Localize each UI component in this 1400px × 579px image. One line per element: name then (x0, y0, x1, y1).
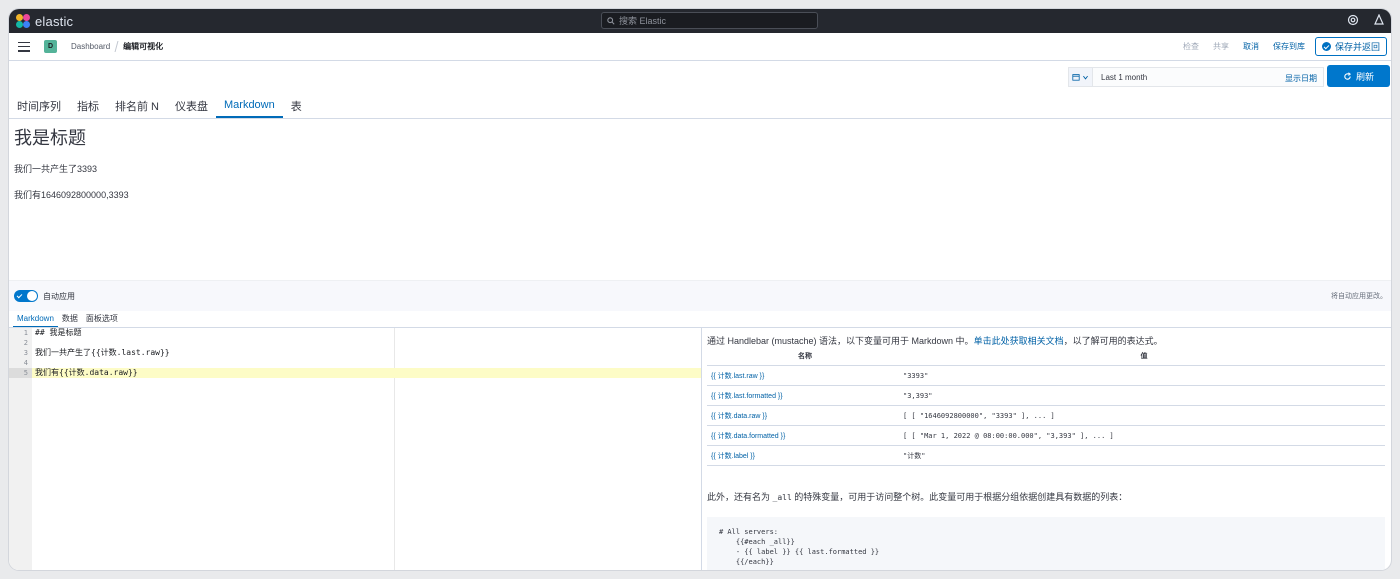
auto-apply-toggle[interactable] (14, 290, 38, 302)
table-row: {{ 计数.data.raw }} [ [ "1646092800000", "… (707, 405, 1385, 426)
refresh-button[interactable]: 刷新 (1327, 65, 1390, 87)
line-number: 4 (23, 359, 28, 367)
menu-icon[interactable] (18, 41, 30, 52)
breadcrumb-dashboard[interactable]: Dashboard (71, 42, 110, 51)
inspect-button[interactable]: 检查 (1183, 41, 1199, 52)
tab-markdown[interactable]: Markdown (216, 93, 283, 118)
variable-value: [ [ "1646092800000", "3393" ], ... ] (903, 405, 1385, 426)
save-and-return-button[interactable]: 保存并返回 (1314, 37, 1387, 56)
search-icon (607, 16, 615, 25)
save-and-return-label: 保存并返回 (1334, 42, 1380, 52)
example-code-line: {{/each}} (719, 558, 774, 566)
line-number: 1 (23, 329, 28, 337)
elastic-logo-icon (16, 14, 30, 28)
tab-top-n[interactable]: 排名前 N (107, 93, 167, 118)
auto-apply-bar: 自动应用 将自动应用更改。 (9, 280, 1391, 311)
docs-link[interactable]: 单击此处获取相关文档 (974, 336, 1064, 346)
help-extra-text: 此外，还有名为 _all 的特殊变量，可用于访问整个树。此变量可用于根据分组依据… (707, 490, 1385, 503)
tab-data[interactable]: 数据 (58, 313, 82, 327)
table-row: {{ 计数.last.formatted }} "3,393" (707, 385, 1385, 406)
show-dates-link[interactable]: 显示日期 (1285, 73, 1317, 84)
example-code-line: - {{ label }} {{ last.formatted }} (719, 548, 880, 556)
share-button[interactable]: 共享 (1213, 41, 1229, 52)
variable-name[interactable]: {{ 计数.last.formatted }} (707, 385, 903, 406)
code-line[interactable]: ## 我是标题 (32, 328, 701, 338)
table-row: {{ 计数.label }} "计数" (707, 445, 1385, 466)
help-extra-before: 此外，还有名为 (707, 492, 773, 502)
column-header-value: 值 (903, 349, 1385, 366)
code-line[interactable]: 我们一共产生了{{计数.last.raw}} (32, 348, 701, 358)
line-number: 5 (9, 368, 32, 378)
example-code-line: {{#each _all}} (719, 538, 795, 546)
tab-gauge[interactable]: 仪表盘 (167, 93, 216, 118)
tab-table[interactable]: 表 (283, 93, 310, 118)
variable-name[interactable]: {{ 计数.label }} (707, 445, 903, 466)
global-search-input[interactable]: 搜索 Elastic (601, 12, 818, 29)
auto-apply-note: 将自动应用更改。 (1331, 293, 1387, 300)
space-avatar[interactable]: D (44, 40, 57, 53)
news-feed-icon[interactable] (1373, 14, 1385, 26)
preview-heading: 我是标题 (14, 128, 86, 148)
variable-value: "3393" (903, 365, 1385, 386)
code-line[interactable]: 我们有{{计数.data.raw}} (32, 368, 701, 378)
line-number: 3 (23, 349, 28, 357)
example-code-line: # All servers: (719, 528, 779, 536)
variable-value: "计数" (903, 445, 1385, 466)
save-to-library-button[interactable]: 保存到库 (1273, 41, 1305, 52)
variable-value: "3,393" (903, 385, 1385, 406)
markdown-code-editor[interactable]: 1 2 3 4 5 ## 我是标题 我们一共产生了{{计数.last.raw}}… (9, 328, 701, 570)
help-intro-text: ，以了解可用的表达式。 (1063, 336, 1163, 346)
editor-tabs: Markdown 数据 面板选项 (9, 311, 1391, 328)
line-number: 2 (23, 339, 28, 347)
table-row: {{ 计数.last.raw }} "3393" (707, 365, 1385, 386)
column-header-name: 名称 (707, 349, 903, 366)
chevron-down-icon (1083, 75, 1088, 80)
code-line[interactable] (32, 358, 701, 368)
tab-time-series[interactable]: 时间序列 (9, 93, 69, 118)
markdown-preview: 我是标题 我们一共产生了3393 我们有1646092800000,3393 (9, 120, 1391, 280)
preview-line: 我们一共产生了3393 (14, 164, 98, 174)
cancel-button[interactable]: 取消 (1243, 41, 1259, 52)
tab-panel-options[interactable]: 面板选项 (82, 313, 122, 327)
variable-name[interactable]: {{ 计数.last.raw }} (707, 365, 903, 386)
visualization-type-tabs: 时间序列 指标 排名前 N 仪表盘 Markdown 表 (9, 93, 1391, 119)
line-number-gutter: 1 2 3 4 5 (9, 328, 32, 570)
app-name: elastic (35, 13, 74, 29)
tab-markdown-editor[interactable]: Markdown (13, 314, 58, 327)
refresh-icon (1344, 71, 1352, 80)
top-header: elastic 搜索 Elastic (9, 9, 1391, 33)
breadcrumb-separator (114, 41, 119, 52)
date-picker[interactable]: Last 1 month 显示日期 (1068, 67, 1324, 87)
check-circle-icon (1321, 42, 1331, 51)
quick-menu-button[interactable] (1069, 68, 1093, 86)
query-bar: Last 1 month 显示日期 刷新 (9, 61, 1391, 93)
calendar-icon (1072, 74, 1080, 81)
variables-help-panel: 通过 Handlebar (mustache) 语法，以下变量可用于 Markd… (702, 328, 1391, 570)
table-row: {{ 计数.data.formatted }} [ [ "Mar 1, 2022… (707, 425, 1385, 446)
variable-name[interactable]: {{ 计数.data.raw }} (707, 405, 903, 426)
refresh-label: 刷新 (1355, 71, 1374, 82)
all-variable-code: _all (772, 493, 792, 502)
variable-value: [ [ "Mar 1, 2022 @ 08:00:00.000", "3,393… (903, 425, 1385, 446)
date-range-value[interactable]: Last 1 month (1101, 73, 1147, 82)
code-line[interactable] (32, 338, 701, 348)
breadcrumb-current: 编辑可视化 (123, 42, 164, 51)
search-placeholder: 搜索 Elastic (619, 16, 667, 26)
auto-apply-label: 自动应用 (43, 291, 75, 301)
help-extra-after: 的特殊变量，可用于访问整个树。此变量可用于根据分组依据创建具有数据的列表： (791, 492, 1128, 502)
elastic-logo[interactable]: elastic (16, 14, 73, 29)
help-intro-text: 通过 Handlebar (mustache) 语法，以下变量可用于 Markd… (707, 336, 974, 346)
app-window: elastic 搜索 Elastic D Dashboard 编辑可视化 检查 … (9, 9, 1391, 570)
example-code-block: # All servers: {{#each _all}} - {{ label… (707, 517, 1385, 570)
help-intro: 通过 Handlebar (mustache) 语法，以下变量可用于 Markd… (707, 334, 1385, 347)
help-icon[interactable] (1347, 14, 1359, 26)
variable-name[interactable]: {{ 计数.data.formatted }} (707, 425, 903, 446)
preview-line: 我们有1646092800000,3393 (14, 190, 129, 200)
breadcrumb-bar: D Dashboard 编辑可视化 检查 共享 取消 保存到库 保存并返回 (9, 33, 1391, 61)
variables-table: 名称 值 {{ 计数.last.raw }} "3393" {{ 计数.last… (707, 349, 1385, 466)
tab-metric[interactable]: 指标 (69, 93, 107, 118)
